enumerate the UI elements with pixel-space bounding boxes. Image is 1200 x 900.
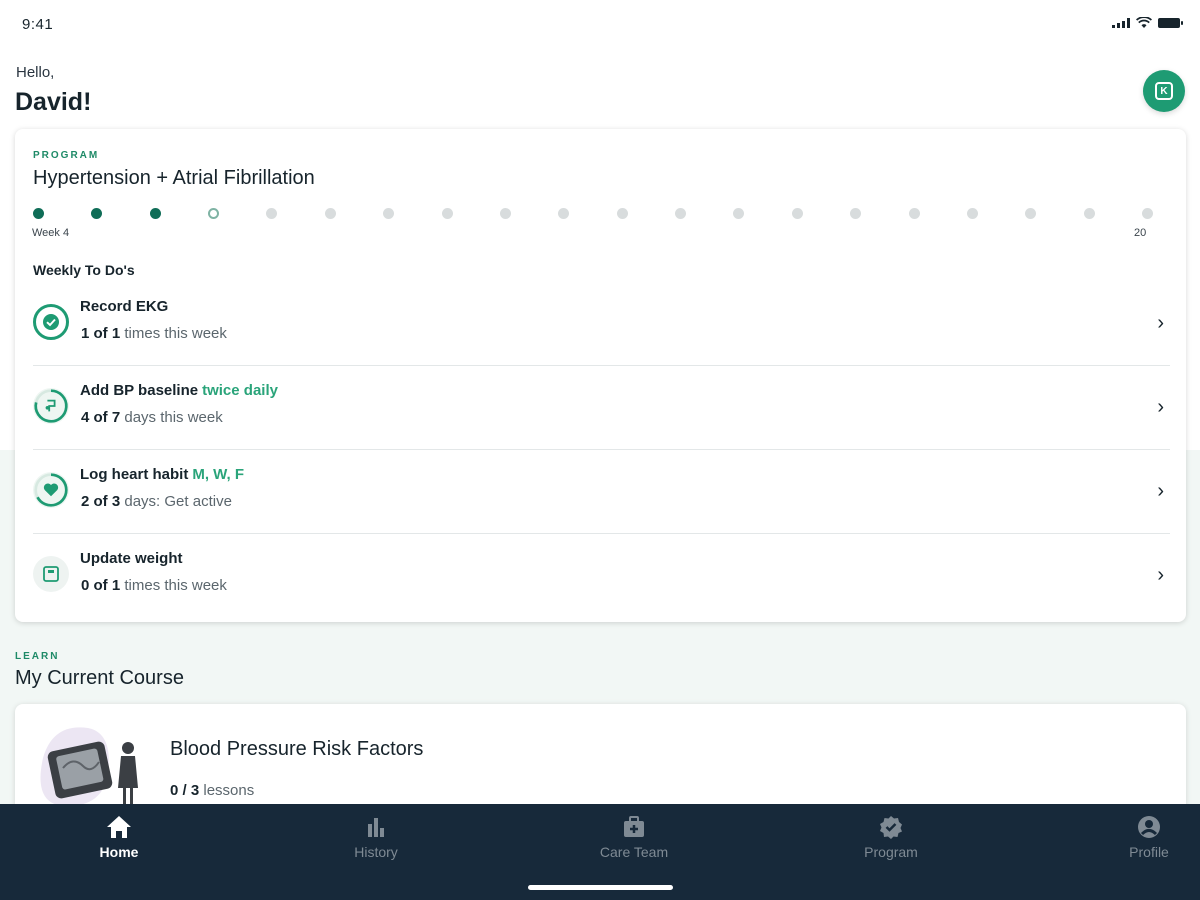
tab-label: Profile bbox=[1129, 844, 1169, 860]
home-indicator[interactable] bbox=[528, 885, 673, 890]
verified-check-icon bbox=[831, 814, 951, 840]
week-dot bbox=[442, 208, 453, 219]
tab-home[interactable]: Home bbox=[59, 814, 179, 860]
chevron-right-icon: › bbox=[1157, 396, 1164, 418]
todo-progress: 2 of 3 days: Get active bbox=[81, 493, 232, 510]
chevron-right-icon: › bbox=[1157, 564, 1164, 586]
week-dot bbox=[792, 208, 803, 219]
course-illustration bbox=[40, 727, 138, 807]
profile-avatar-button[interactable]: K bbox=[1143, 70, 1185, 112]
weekly-todos-heading: Weekly To Do's bbox=[33, 262, 135, 278]
heart-icon bbox=[33, 472, 69, 508]
current-week-label: Week 4 bbox=[32, 227, 70, 239]
week-dot bbox=[1084, 208, 1095, 219]
week-dot bbox=[150, 208, 161, 219]
week-dot bbox=[1025, 208, 1036, 219]
week-dot bbox=[617, 208, 628, 219]
cellular-signal-icon bbox=[1112, 18, 1130, 28]
todo-title: Record EKG bbox=[80, 298, 169, 315]
week-dot bbox=[33, 208, 44, 219]
todo-title: Log heart habit M, W, F bbox=[80, 466, 245, 483]
greeting-hello: Hello, bbox=[16, 64, 55, 81]
todo-item-update-weight[interactable]: Update weight 0 of 1 times this week › bbox=[33, 534, 1170, 614]
week-dot bbox=[500, 208, 511, 219]
week-dot bbox=[208, 208, 219, 219]
learn-section-title: My Current Course bbox=[15, 667, 184, 689]
tab-label: History bbox=[354, 844, 398, 860]
battery-icon bbox=[1158, 18, 1183, 28]
tab-label: Care Team bbox=[599, 844, 669, 860]
tab-history[interactable]: History bbox=[316, 814, 436, 860]
week-dot bbox=[733, 208, 744, 219]
final-week-label: 20 bbox=[1134, 227, 1147, 239]
blood-pressure-icon bbox=[33, 388, 69, 424]
week-dot bbox=[558, 208, 569, 219]
todo-item-log-heart-habit[interactable]: Log heart habit M, W, F 2 of 3 days: Get … bbox=[33, 450, 1170, 534]
program-title: Hypertension + Atrial Fibrillation bbox=[33, 167, 315, 189]
avatar-initial: K bbox=[1155, 82, 1173, 100]
scale-icon bbox=[33, 556, 69, 592]
week-dot bbox=[909, 208, 920, 219]
tab-label: Program bbox=[864, 844, 918, 860]
week-dot bbox=[850, 208, 861, 219]
person-circle-icon bbox=[1089, 814, 1200, 840]
learn-eyebrow: LEARN bbox=[15, 651, 60, 662]
medical-bag-icon bbox=[574, 814, 694, 840]
program-card: PROGRAM Hypertension + Atrial Fibrillati… bbox=[15, 129, 1186, 622]
tab-program[interactable]: Program bbox=[831, 814, 951, 860]
todo-item-record-ekg[interactable]: Record EKG 1 of 1 times this week › bbox=[33, 282, 1170, 366]
bar-chart-icon bbox=[316, 814, 436, 840]
todo-item-add-bp-baseline[interactable]: Add BP baseline twice daily 4 of 7 days t… bbox=[33, 366, 1170, 450]
todo-title: Update weight bbox=[80, 550, 183, 567]
status-bar: 9:41 bbox=[0, 0, 1200, 50]
todo-progress: 4 of 7 days this week bbox=[81, 409, 223, 426]
week-dot bbox=[1142, 208, 1153, 219]
tab-profile[interactable]: Profile bbox=[1089, 814, 1200, 860]
chevron-right-icon: › bbox=[1157, 312, 1164, 334]
program-eyebrow: PROGRAM bbox=[33, 150, 100, 161]
todo-progress: 0 of 1 times this week bbox=[81, 577, 227, 594]
week-dot bbox=[266, 208, 277, 219]
chevron-right-icon: › bbox=[1157, 480, 1164, 502]
week-dot bbox=[675, 208, 686, 219]
greeting-name: David! bbox=[15, 88, 92, 116]
check-circle-icon bbox=[33, 304, 69, 340]
week-dot bbox=[325, 208, 336, 219]
status-icons bbox=[1112, 17, 1183, 29]
status-time: 9:41 bbox=[22, 16, 54, 33]
week-dot bbox=[967, 208, 978, 219]
week-progress-tracker bbox=[33, 208, 1153, 220]
week-dot bbox=[91, 208, 102, 219]
wifi-icon bbox=[1136, 17, 1152, 28]
tab-care-team[interactable]: Care Team bbox=[574, 814, 694, 860]
course-progress: 0 / 3 lessons bbox=[170, 782, 255, 799]
todo-progress: 1 of 1 times this week bbox=[81, 325, 227, 342]
course-title: Blood Pressure Risk Factors bbox=[170, 738, 424, 760]
week-dot bbox=[383, 208, 394, 219]
tab-label: Home bbox=[99, 844, 139, 860]
todo-title: Add BP baseline twice daily bbox=[80, 382, 278, 399]
home-icon bbox=[59, 814, 179, 840]
